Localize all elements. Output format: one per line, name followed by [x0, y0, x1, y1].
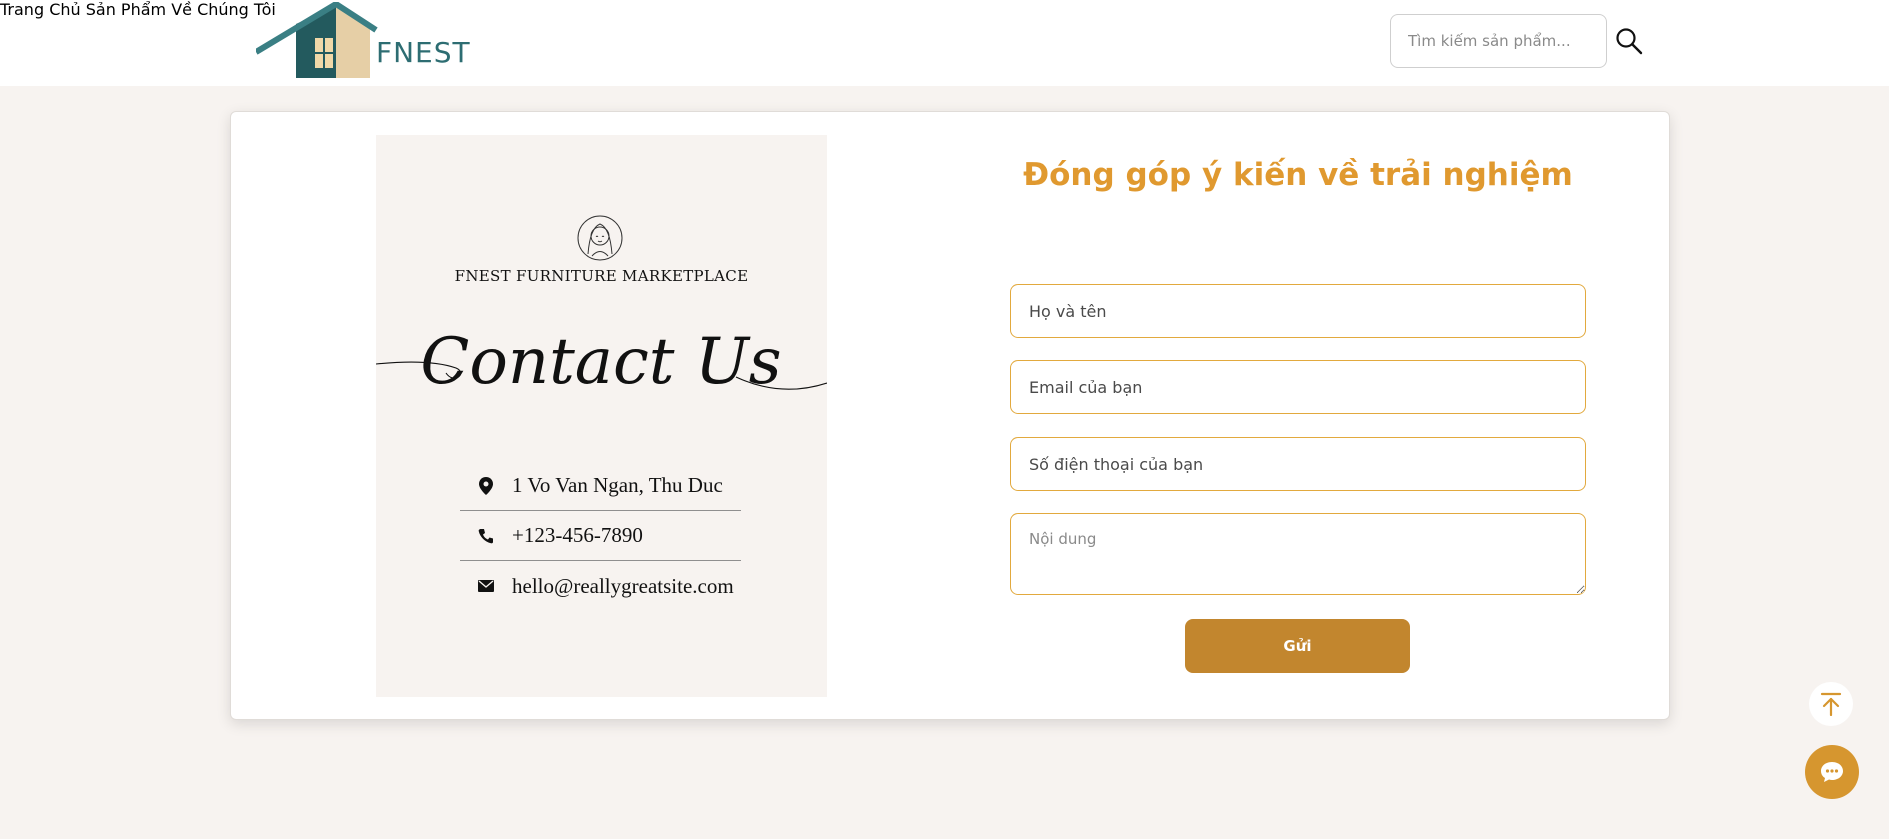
phone-icon — [460, 528, 512, 544]
search-input[interactable] — [1390, 14, 1607, 68]
search-icon[interactable] — [1614, 26, 1644, 56]
logo-text[interactable]: FNEST — [376, 36, 471, 69]
contact-address-text: 1 Vo Van Ngan, Thu Duc — [512, 473, 723, 497]
contact-row-email: hello@reallygreatsite.com — [460, 561, 741, 611]
contact-rows: 1 Vo Van Ngan, Thu Duc +123-456-7890 hel… — [460, 461, 741, 611]
arrow-up-to-line-icon — [1820, 692, 1842, 716]
contact-us-script: Contact Us — [376, 325, 827, 399]
mail-icon — [460, 580, 512, 592]
contact-row-address: 1 Vo Van Ngan, Thu Duc — [460, 461, 741, 511]
contact-row-phone: +123-456-7890 — [460, 511, 741, 561]
svg-text:Contact Us: Contact Us — [420, 325, 781, 399]
chat-button[interactable] — [1805, 745, 1859, 799]
content-textarea[interactable] — [1010, 513, 1586, 595]
email-field[interactable] — [1010, 360, 1586, 414]
contact-email-text: hello@reallygreatsite.com — [512, 573, 734, 598]
scroll-to-top-button[interactable] — [1809, 682, 1853, 726]
submit-button[interactable]: Gửi — [1185, 619, 1410, 673]
form-title: Đóng góp ý kiến về trải nghiệm — [1023, 157, 1573, 193]
contact-phone-text: +123-456-7890 — [512, 523, 643, 547]
brand-name: FNEST FURNITURE MARKETPLACE — [454, 267, 749, 285]
nav-home[interactable]: Trang Chủ — [0, 0, 81, 19]
name-field[interactable] — [1010, 284, 1586, 338]
phone-field[interactable] — [1010, 437, 1586, 491]
site-header: FNEST Trang Chủ Sản Phẩm Về Chúng Tôi — [0, 0, 1889, 86]
nav-products[interactable]: Sản Phẩm — [86, 0, 166, 19]
woman-emblem-icon — [577, 215, 623, 261]
chat-bubble-icon — [1821, 762, 1843, 782]
location-pin-icon — [460, 476, 512, 495]
contact-info-panel: FNEST FURNITURE MARKETPLACE Contact Us 1… — [376, 135, 827, 697]
